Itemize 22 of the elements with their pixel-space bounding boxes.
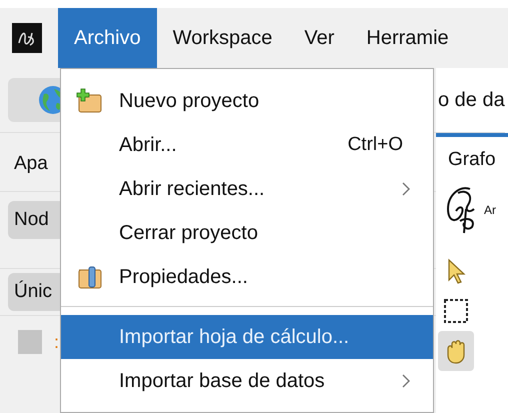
toolbox-icon: [76, 264, 104, 290]
menu-bar-item[interactable]: Workspace: [156, 8, 288, 68]
item-label: :: [54, 332, 60, 352]
menu-item[interactable]: Nuevo proyecto: [61, 79, 433, 123]
menu-bar-item[interactable]: Ver: [288, 8, 350, 68]
menu-item[interactable]: Abrir... Ctrl+O: [61, 123, 433, 167]
menu-item-label: Importar base de datos: [119, 370, 326, 392]
menu-item-label: Abrir recientes...: [119, 178, 266, 200]
shortcut-text: Ctrl+O: [348, 134, 403, 156]
logo-text: Ar: [484, 203, 496, 217]
menu-item-label: Propiedades...: [119, 266, 249, 288]
folder-plus-icon: [76, 88, 104, 114]
menu-item-label: Abrir...: [119, 134, 178, 156]
checkbox[interactable]: [18, 330, 42, 354]
menu-item[interactable]: Importar hoja de cálculo...: [61, 315, 433, 359]
menu-item-label: Nuevo proyecto: [119, 90, 260, 112]
menu-bar-item[interactable]: Herramie: [350, 8, 465, 68]
menu-item-label: Cerrar proyecto: [119, 222, 259, 244]
menu-bar-item[interactable]: Archivo: [58, 8, 157, 68]
menu-item-label: Importar hoja de cálculo...: [119, 326, 350, 348]
menu-item[interactable]: Importar base de datos: [61, 359, 433, 403]
app-logo-icon: [12, 23, 42, 53]
